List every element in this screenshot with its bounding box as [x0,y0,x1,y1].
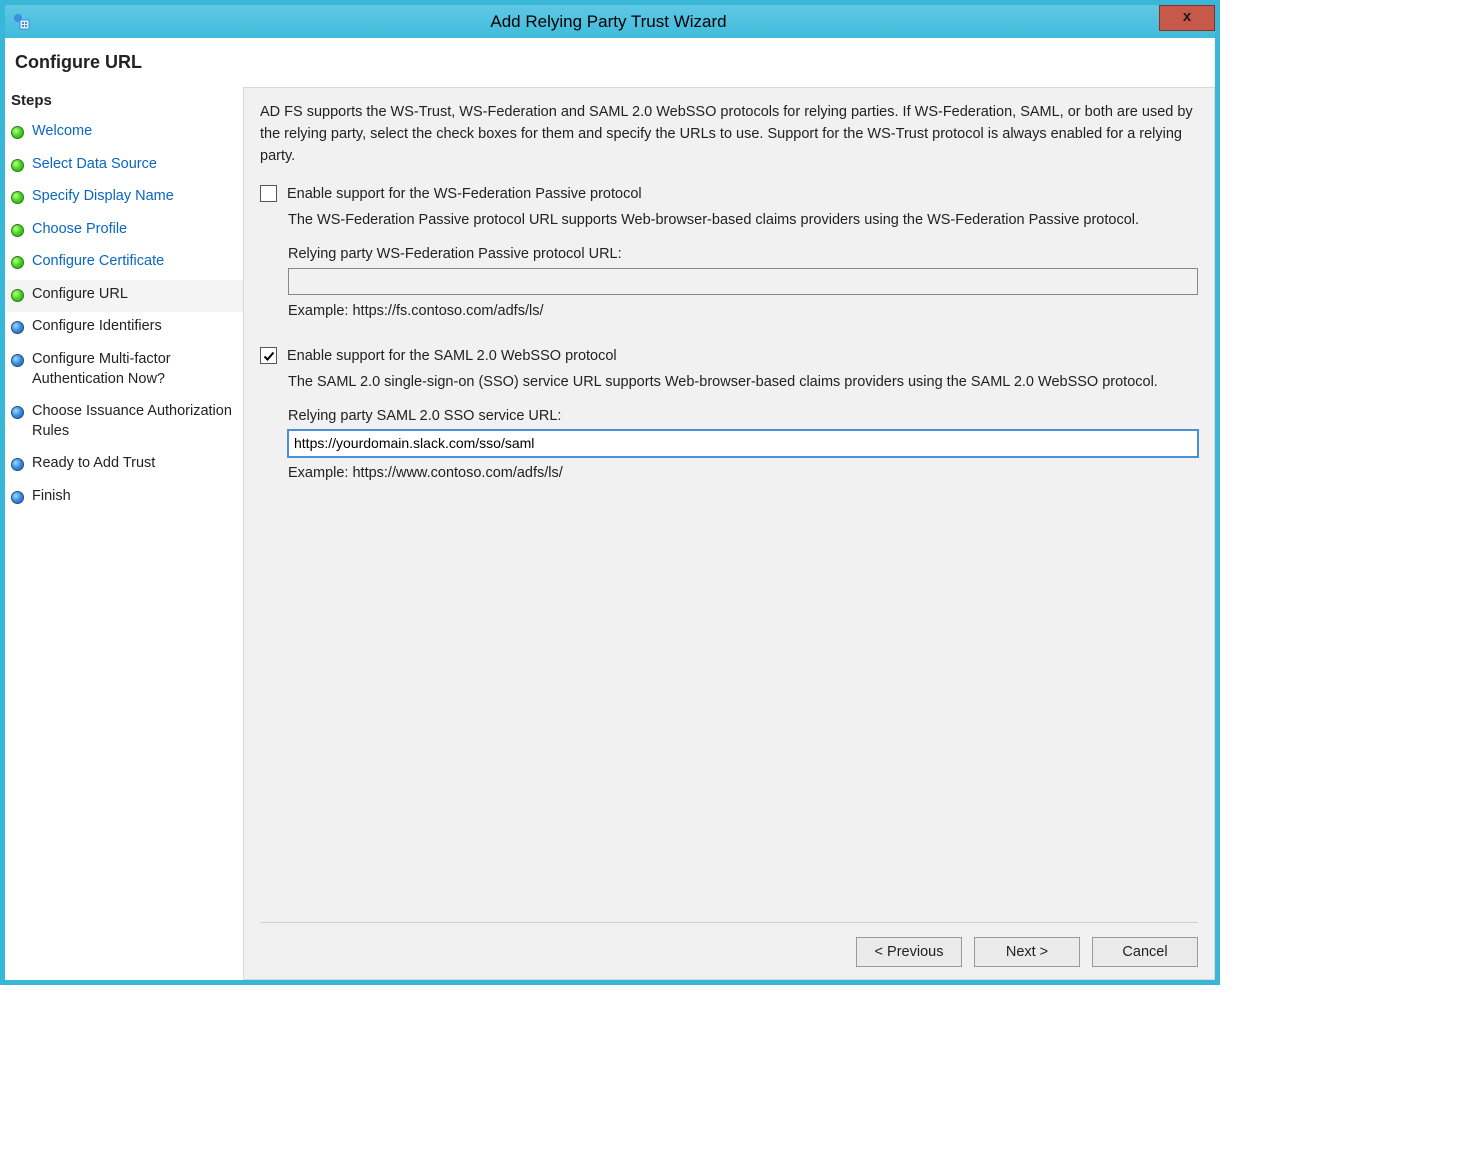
step-item: Choose Issuance Authorization Rules [5,397,243,449]
wsfed-checkbox-label: Enable support for the WS-Federation Pas… [287,186,642,202]
step-bullet-icon [11,256,24,269]
step-label: Finish [32,487,71,507]
saml-checkbox-label: Enable support for the SAML 2.0 WebSSO p… [287,348,617,364]
titlebar: Add Relying Party Trust Wizard x [5,5,1215,38]
saml-example: Example: https://www.contoso.com/adfs/ls… [288,465,1198,481]
step-label: Configure Multi-factor Authentication No… [32,350,237,389]
cancel-button[interactable]: Cancel [1092,937,1198,967]
step-bullet-icon [11,191,24,204]
wizard-body: Steps Welcome Select Data Source Specify D… [5,87,1215,980]
wsfed-url-input [288,268,1198,295]
wizard-window: Add Relying Party Trust Wizard x Configu… [0,0,1220,985]
checkmark-icon [263,350,275,362]
step-item[interactable]: Choose Profile [5,215,243,248]
wsfed-section: Enable support for the WS-Federation Pas… [260,185,1198,319]
step-bullet-icon [11,406,24,419]
step-label: Configure URL [32,285,128,305]
step-bullet-icon [11,458,24,471]
step-label: Configure Certificate [32,252,164,272]
wsfed-url-label: Relying party WS-Federation Passive prot… [288,246,1198,262]
window-title: Add Relying Party Trust Wizard [2,12,1215,32]
step-item[interactable]: Welcome [5,117,243,150]
wsfed-checkbox[interactable] [260,185,277,202]
saml-url-label: Relying party SAML 2.0 SSO service URL: [288,408,1198,424]
step-item[interactable]: Configure Certificate [5,247,243,280]
close-button[interactable]: x [1159,5,1215,31]
step-bullet-icon [11,224,24,237]
step-label: Configure Identifiers [32,317,162,337]
wsfed-example: Example: https://fs.contoso.com/adfs/ls/ [288,303,1198,319]
step-label: Choose Profile [32,220,127,240]
intro-text: AD FS supports the WS-Trust, WS-Federati… [260,102,1198,167]
step-bullet-icon [11,491,24,504]
step-item[interactable]: Specify Display Name [5,182,243,215]
wizard-button-bar: < Previous Next > Cancel [260,922,1198,967]
step-bullet-icon [11,321,24,334]
step-item: Finish [5,482,243,515]
step-bullet-icon [11,126,24,139]
saml-url-input[interactable] [288,430,1198,457]
step-item[interactable]: Select Data Source [5,150,243,183]
steps-heading: Steps [5,87,243,117]
step-bullet-icon [11,354,24,367]
step-bullet-icon [11,159,24,172]
next-button[interactable]: Next > [974,937,1080,967]
page-header: Configure URL [5,38,1215,87]
wsfed-description: The WS-Federation Passive protocol URL s… [288,210,1198,232]
steps-sidebar: Steps Welcome Select Data Source Specify D… [5,87,243,980]
saml-section: Enable support for the SAML 2.0 WebSSO p… [260,347,1198,481]
page-title: Configure URL [15,52,142,73]
step-label: Specify Display Name [32,187,174,207]
step-item: Ready to Add Trust [5,449,243,482]
step-label: Ready to Add Trust [32,454,155,474]
step-item: Configure Identifiers [5,312,243,345]
step-item[interactable]: Configure URL [5,280,243,313]
step-label: Select Data Source [32,155,157,175]
content-pane: AD FS supports the WS-Trust, WS-Federati… [243,87,1215,980]
saml-description: The SAML 2.0 single-sign-on (SSO) servic… [288,372,1198,394]
saml-checkbox[interactable] [260,347,277,364]
previous-button[interactable]: < Previous [856,937,962,967]
step-item: Configure Multi-factor Authentication No… [5,345,243,397]
step-label: Choose Issuance Authorization Rules [32,402,237,441]
step-bullet-icon [11,289,24,302]
step-label: Welcome [32,122,92,142]
